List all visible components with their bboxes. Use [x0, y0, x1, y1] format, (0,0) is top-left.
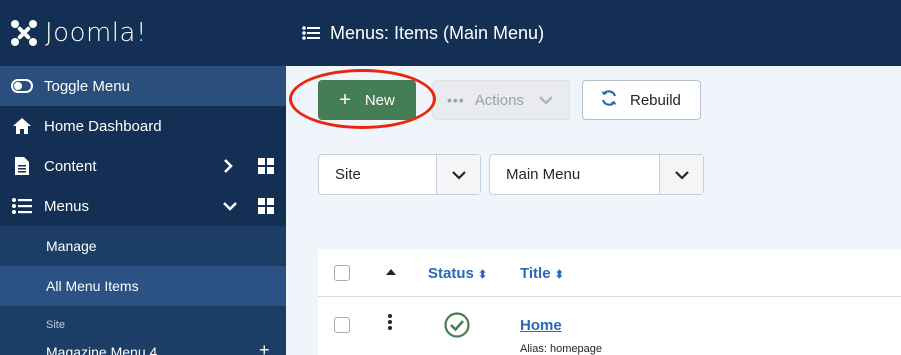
menu-items-table: Status ⬍ Title ⬍ Home Alias: homepage	[318, 249, 901, 355]
actions-dropdown-button[interactable]: ••• Actions	[432, 80, 570, 120]
chevron-down-icon	[538, 94, 554, 106]
chevron-down-icon	[436, 155, 480, 194]
column-status[interactable]: Status ⬍	[428, 265, 487, 282]
ordering-sort-icon[interactable]	[386, 269, 396, 275]
list-icon	[302, 26, 320, 40]
home-icon	[11, 117, 33, 135]
published-check-icon[interactable]	[444, 312, 470, 343]
toggle-menu-button[interactable]: Toggle Menu	[0, 66, 286, 106]
highlight-annotation-circle	[289, 69, 436, 129]
rebuild-button-label: Rebuild	[630, 91, 681, 109]
sidebar-item-content[interactable]: Content	[0, 146, 286, 186]
ellipsis-icon: •••	[447, 92, 465, 108]
dashboard-grid-icon[interactable]	[258, 186, 274, 226]
menu-select[interactable]: Main Menu	[489, 154, 704, 195]
list-icon	[11, 198, 33, 214]
client-select[interactable]: Site	[318, 154, 481, 195]
sidebar: Joomla! Toggle Menu Home Dashboard Conte…	[0, 0, 286, 355]
chevron-right-icon[interactable]	[222, 146, 234, 186]
sidebar-item-label: Content	[44, 157, 97, 175]
add-menu-icon[interactable]: +	[259, 340, 270, 355]
table-row: Home Alias: homepage	[318, 298, 901, 355]
sidebar-item-menus[interactable]: Menus	[0, 186, 286, 226]
actions-button-label: Actions	[474, 91, 524, 109]
brand-name: Joomla!	[45, 18, 147, 48]
chevron-down-icon	[659, 155, 703, 194]
row-checkbox[interactable]	[334, 317, 350, 333]
sort-icon: ⬍	[554, 269, 564, 281]
toggle-icon	[11, 79, 33, 93]
refresh-icon	[600, 89, 618, 111]
submenu-item-label: All Menu Items	[46, 278, 139, 294]
sidebar-item-label: Home Dashboard	[44, 117, 162, 135]
drag-handle-icon[interactable]	[388, 314, 392, 335]
filters-bar: Site Main Menu	[286, 134, 901, 234]
sidebar-item-label: Menus	[44, 197, 90, 215]
sidebar-item-home-dashboard[interactable]: Home Dashboard	[0, 106, 286, 146]
select-all-checkbox[interactable]	[334, 265, 350, 281]
submenu-item-label: Manage	[46, 238, 97, 254]
column-title[interactable]: Title ⬍	[520, 265, 564, 282]
rebuild-button[interactable]: Rebuild	[582, 80, 701, 120]
page-title: Menus: Items (Main Menu)	[330, 22, 545, 43]
submenu-item-magazine-menu[interactable]: Magazine Menu 4	[46, 344, 157, 355]
submenu-item-manage[interactable]: Manage	[0, 226, 286, 266]
row-title-link[interactable]: Home	[520, 317, 562, 334]
file-icon	[11, 157, 33, 175]
toggle-menu-label: Toggle Menu	[44, 77, 130, 95]
menu-select-value: Main Menu	[506, 166, 581, 183]
submenu-item-all-menu-items[interactable]: All Menu Items	[0, 266, 286, 306]
chevron-down-icon[interactable]	[222, 186, 238, 226]
table-header: Status ⬍ Title ⬍	[318, 249, 901, 297]
joomla-logo-icon	[11, 20, 37, 46]
sort-icon: ⬍	[478, 269, 488, 281]
column-status-label: Status	[428, 265, 474, 282]
submenu-heading-site: Site	[46, 319, 65, 331]
client-select-value: Site	[335, 166, 361, 183]
column-title-label: Title	[520, 265, 551, 282]
row-alias: Alias: homepage	[520, 343, 602, 355]
page-header: Menus: Items (Main Menu)	[286, 0, 901, 66]
joomla-logo[interactable]: Joomla!	[0, 0, 286, 66]
dashboard-grid-icon[interactable]	[258, 146, 274, 186]
